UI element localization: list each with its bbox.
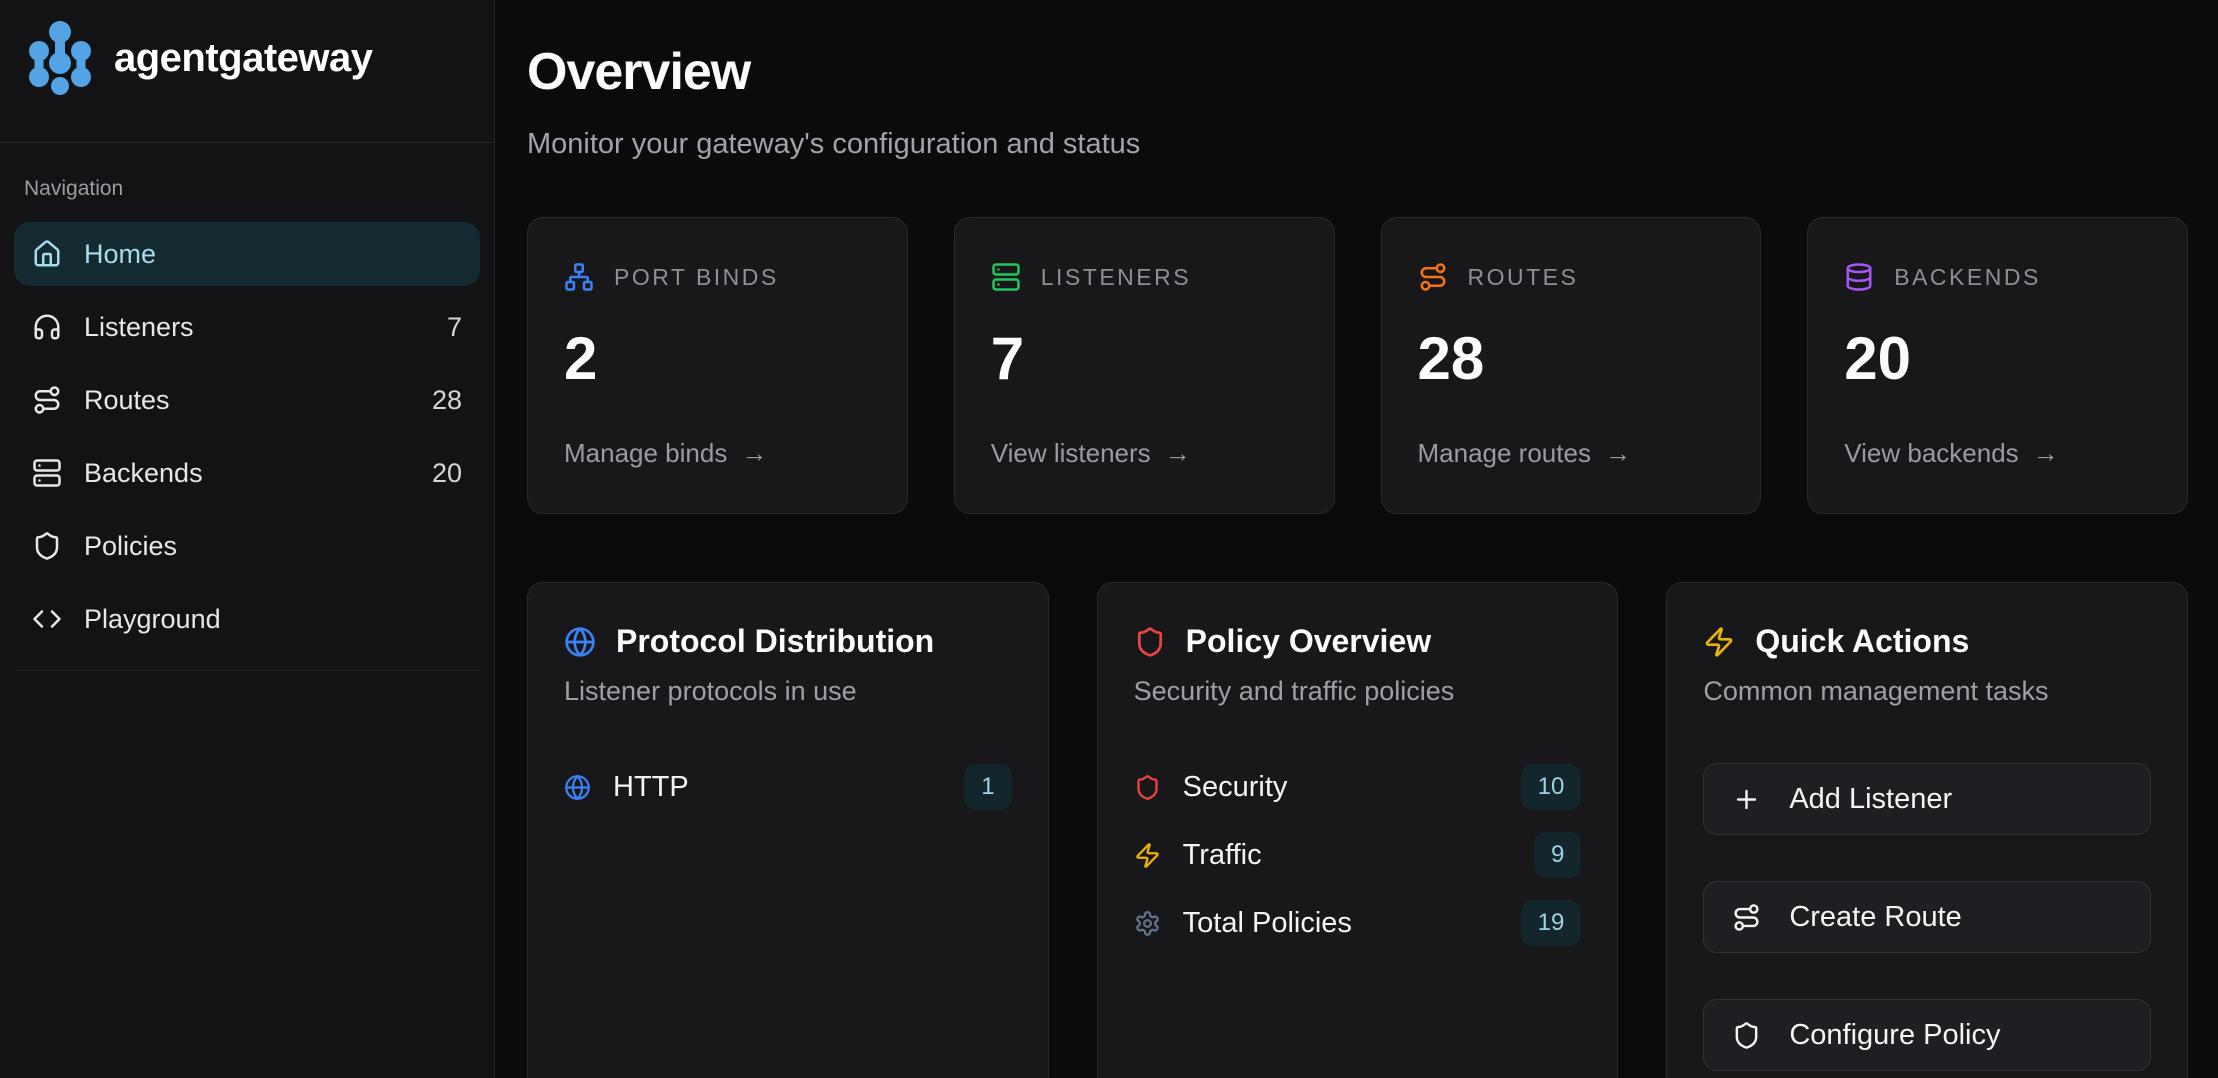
sidebar-item-label: Routes [84, 385, 170, 416]
page-subtitle: Monitor your gateway's configuration and… [527, 128, 2188, 161]
zap-icon [1134, 842, 1161, 869]
app-root: agentgateway Navigation Home Listeners 7… [0, 0, 2218, 1078]
sidebar-item-listeners[interactable]: Listeners 7 [14, 295, 480, 359]
agentgateway-logo-icon [28, 20, 92, 96]
app-title: agentgateway [114, 36, 373, 81]
headphones-icon [32, 312, 62, 342]
stat-card-port-binds[interactable]: PORT BINDS 2 Manage binds → [527, 217, 908, 514]
policy-label: Traffic [1183, 839, 1262, 872]
stat-card-routes[interactable]: ROUTES 28 Manage routes → [1381, 217, 1762, 514]
nav-section-label: Navigation [14, 177, 480, 201]
protocol-row-http: HTTP 1 [564, 763, 1012, 811]
stat-value: 20 [1844, 324, 2151, 393]
app-logo: agentgateway [0, 0, 494, 143]
count-badge: 9 [1534, 832, 1581, 878]
stat-label: PORT BINDS [614, 264, 779, 291]
shield-icon [1732, 1021, 1761, 1050]
manage-routes-link[interactable]: Manage routes → [1418, 438, 1725, 469]
sidebar-item-policies[interactable]: Policies [14, 514, 480, 578]
stat-value: 7 [991, 324, 1298, 393]
stat-value: 2 [564, 324, 871, 393]
route-icon [1732, 903, 1761, 932]
sidebar-item-home[interactable]: Home [14, 222, 480, 286]
sidebar-item-label: Home [84, 239, 156, 270]
sidebar-item-label: Policies [84, 531, 177, 562]
main-content: Overview Monitor your gateway's configur… [495, 0, 2218, 1078]
manage-binds-link[interactable]: Manage binds → [564, 438, 871, 469]
stat-label: BACKENDS [1894, 264, 2041, 291]
sidebar-item-backends[interactable]: Backends 20 [14, 441, 480, 505]
shield-icon [1134, 626, 1166, 658]
panel-title: Quick Actions [1755, 623, 1969, 660]
sidebar-item-playground[interactable]: Playground [14, 587, 480, 651]
policy-label: Total Policies [1183, 907, 1352, 940]
gear-icon [1134, 910, 1161, 937]
stat-card-listeners[interactable]: LISTENERS 7 View listeners → [954, 217, 1335, 514]
stat-label: ROUTES [1468, 264, 1579, 291]
plus-icon [1732, 785, 1761, 814]
sidebar-item-count: 7 [447, 312, 462, 343]
zap-icon [1703, 626, 1735, 658]
view-backends-link[interactable]: View backends → [1844, 438, 2151, 469]
arrow-right-icon: → [1605, 438, 1631, 469]
sidebar-item-routes[interactable]: Routes 28 [14, 368, 480, 432]
panel-title: Protocol Distribution [616, 623, 934, 660]
panels-row: Protocol Distribution Listener protocols… [527, 582, 2188, 1078]
count-badge: 19 [1521, 900, 1582, 946]
sidebar-item-label: Listeners [84, 312, 194, 343]
sidebar-item-count: 28 [432, 385, 462, 416]
count-badge: 1 [964, 764, 1011, 810]
sidebar-divider [14, 670, 480, 671]
shield-icon [32, 531, 62, 561]
stat-value: 28 [1418, 324, 1725, 393]
arrow-right-icon: → [741, 438, 767, 469]
database-icon [1844, 262, 1874, 292]
sidebar-item-count: 20 [432, 458, 462, 489]
shield-icon [1134, 774, 1161, 801]
sidebar-item-label: Playground [84, 604, 221, 635]
panel-policy-overview: Policy Overview Security and traffic pol… [1097, 582, 1619, 1078]
configure-policy-button[interactable]: Configure Policy [1703, 999, 2151, 1071]
globe-icon [564, 626, 596, 658]
code-icon [32, 604, 62, 634]
route-icon [32, 385, 62, 415]
panel-subtitle: Listener protocols in use [564, 676, 1012, 707]
view-listeners-link[interactable]: View listeners → [991, 438, 1298, 469]
server-icon [991, 262, 1021, 292]
page-title: Overview [527, 42, 2188, 102]
policy-row-traffic: Traffic 9 [1134, 831, 1582, 879]
sidebar-nav: Navigation Home Listeners 7 Routes 28 Ba… [0, 143, 494, 671]
sidebar: agentgateway Navigation Home Listeners 7… [0, 0, 495, 1078]
policy-label: Security [1183, 771, 1288, 804]
route-icon [1418, 262, 1448, 292]
house-icon [32, 239, 62, 269]
arrow-right-icon: → [1165, 438, 1191, 469]
count-badge: 10 [1521, 764, 1582, 810]
globe-icon [564, 774, 591, 801]
panel-subtitle: Common management tasks [1703, 676, 2151, 707]
server-icon [32, 458, 62, 488]
add-listener-button[interactable]: Add Listener [1703, 763, 2151, 835]
panel-title: Policy Overview [1186, 623, 1431, 660]
stat-label: LISTENERS [1041, 264, 1191, 291]
sidebar-item-label: Backends [84, 458, 203, 489]
panel-protocol-distribution: Protocol Distribution Listener protocols… [527, 582, 1049, 1078]
panel-quick-actions: Quick Actions Common management tasks Ad… [1666, 582, 2188, 1078]
network-icon [564, 262, 594, 292]
policy-row-total-policies: Total Policies 19 [1134, 899, 1582, 947]
stats-row: PORT BINDS 2 Manage binds → LISTENERS 7 … [527, 217, 2188, 514]
protocol-label: HTTP [613, 771, 689, 804]
stat-card-backends[interactable]: BACKENDS 20 View backends → [1807, 217, 2188, 514]
create-route-button[interactable]: Create Route [1703, 881, 2151, 953]
policy-row-security: Security 10 [1134, 763, 1582, 811]
arrow-right-icon: → [2033, 438, 2059, 469]
panel-subtitle: Security and traffic policies [1134, 676, 1582, 707]
